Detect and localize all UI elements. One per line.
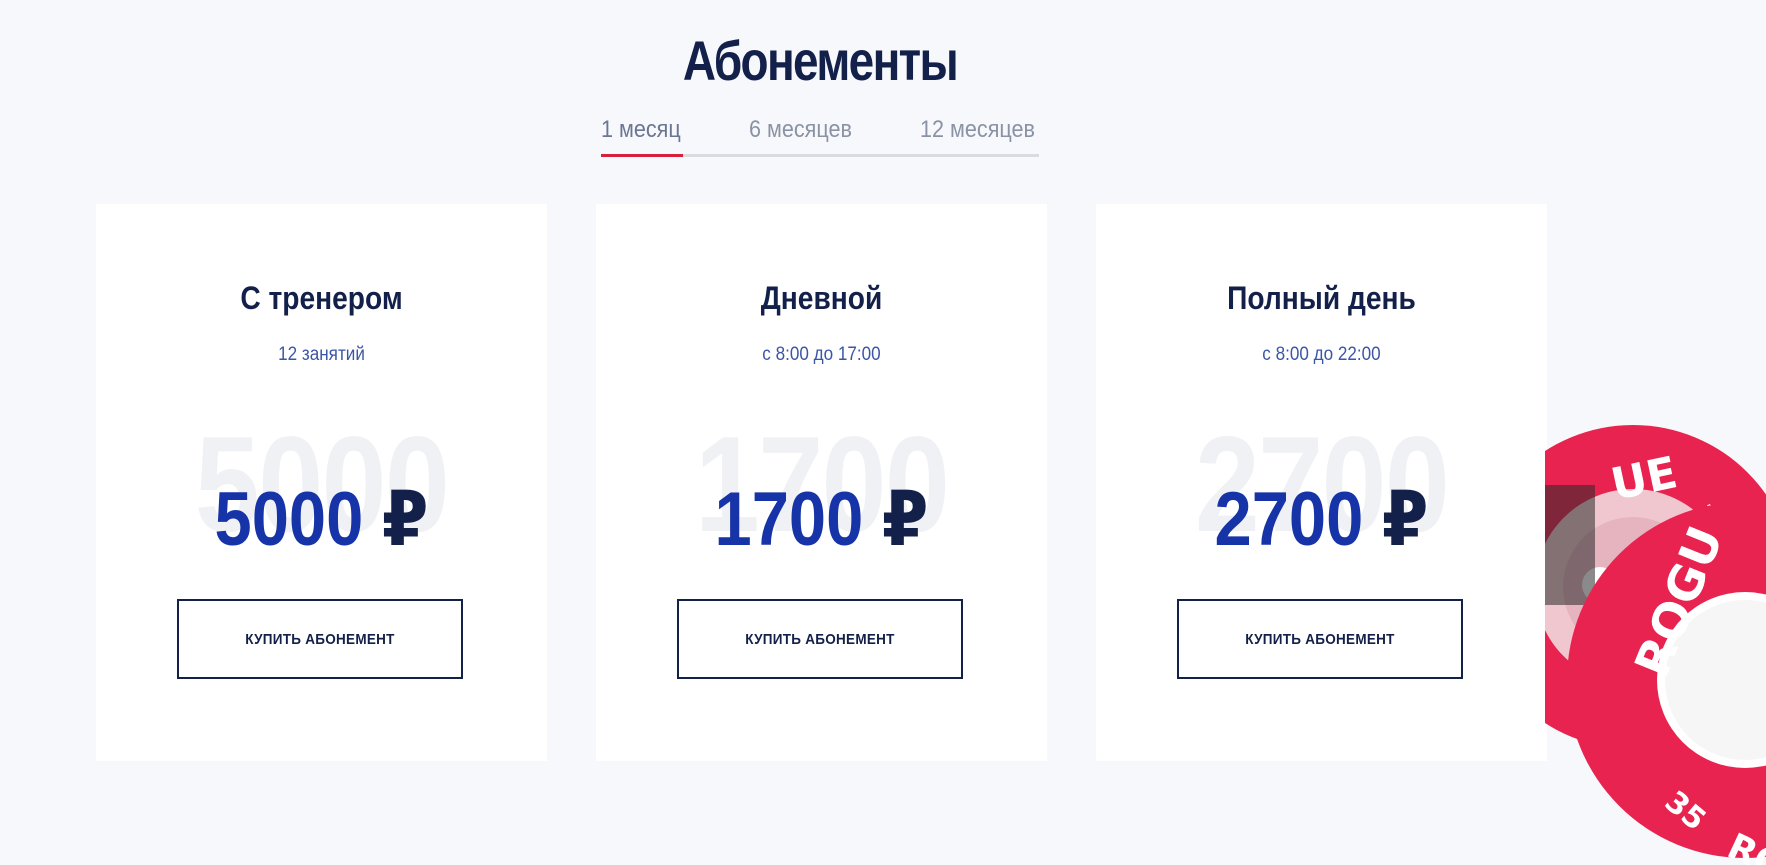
plan-title: Полный день [1227,280,1416,316]
plan-subtitle: с 8:00 до 22:00 [1262,344,1381,365]
weight-plates-image: UE 35 ROGU 35 RC [1545,425,1766,865]
price-amount: 1700 [714,477,864,562]
currency-symbol: ₽ [381,477,429,562]
active-tab-indicator [601,154,683,157]
plan-subtitle: 12 занятий [278,344,365,365]
price-amount: 5000 [214,477,364,562]
plan-title: Дневной [760,280,883,316]
price-amount: 2700 [1214,477,1364,562]
currency-symbol: ₽ [881,477,929,562]
buy-button-label: КУПИТЬ АБОНЕМЕНТ [1245,630,1395,648]
plan-title: С тренером [240,280,403,316]
plan-price: 1700 ₽ [623,482,1020,558]
buy-subscription-button[interactable]: КУПИТЬ АБОНЕМЕНТ [177,599,463,679]
plan-card-daytime: Дневной с 8:00 до 17:00 1700 1700 ₽ КУПИ… [596,204,1047,761]
plan-subtitle: с 8:00 до 17:00 [762,344,881,365]
buy-subscription-button[interactable]: КУПИТЬ АБОНЕМЕНТ [1177,599,1463,679]
tab-1-month[interactable]: 1 месяц [601,116,681,144]
tab-12-months[interactable]: 12 месяцев [920,116,1035,144]
plan-card-trainer: С тренером 12 занятий 5000 5000 ₽ КУПИТЬ… [96,204,547,761]
plan-price: 2700 ₽ [1123,482,1520,558]
period-tabs: 1 месяц 6 месяцев 12 месяцев [601,112,1039,157]
plan-price: 5000 ₽ [123,482,520,558]
buy-button-label: КУПИТЬ АБОНЕМЕНТ [745,630,895,648]
currency-symbol: ₽ [1381,477,1429,562]
page-title: Абонементы [682,29,959,92]
buy-subscription-button[interactable]: КУПИТЬ АБОНЕМЕНТ [677,599,963,679]
tab-6-months[interactable]: 6 месяцев [749,116,852,144]
buy-button-label: КУПИТЬ АБОНЕМЕНТ [245,630,395,648]
plan-card-full-day: Полный день с 8:00 до 22:00 2700 2700 ₽ … [1096,204,1547,761]
